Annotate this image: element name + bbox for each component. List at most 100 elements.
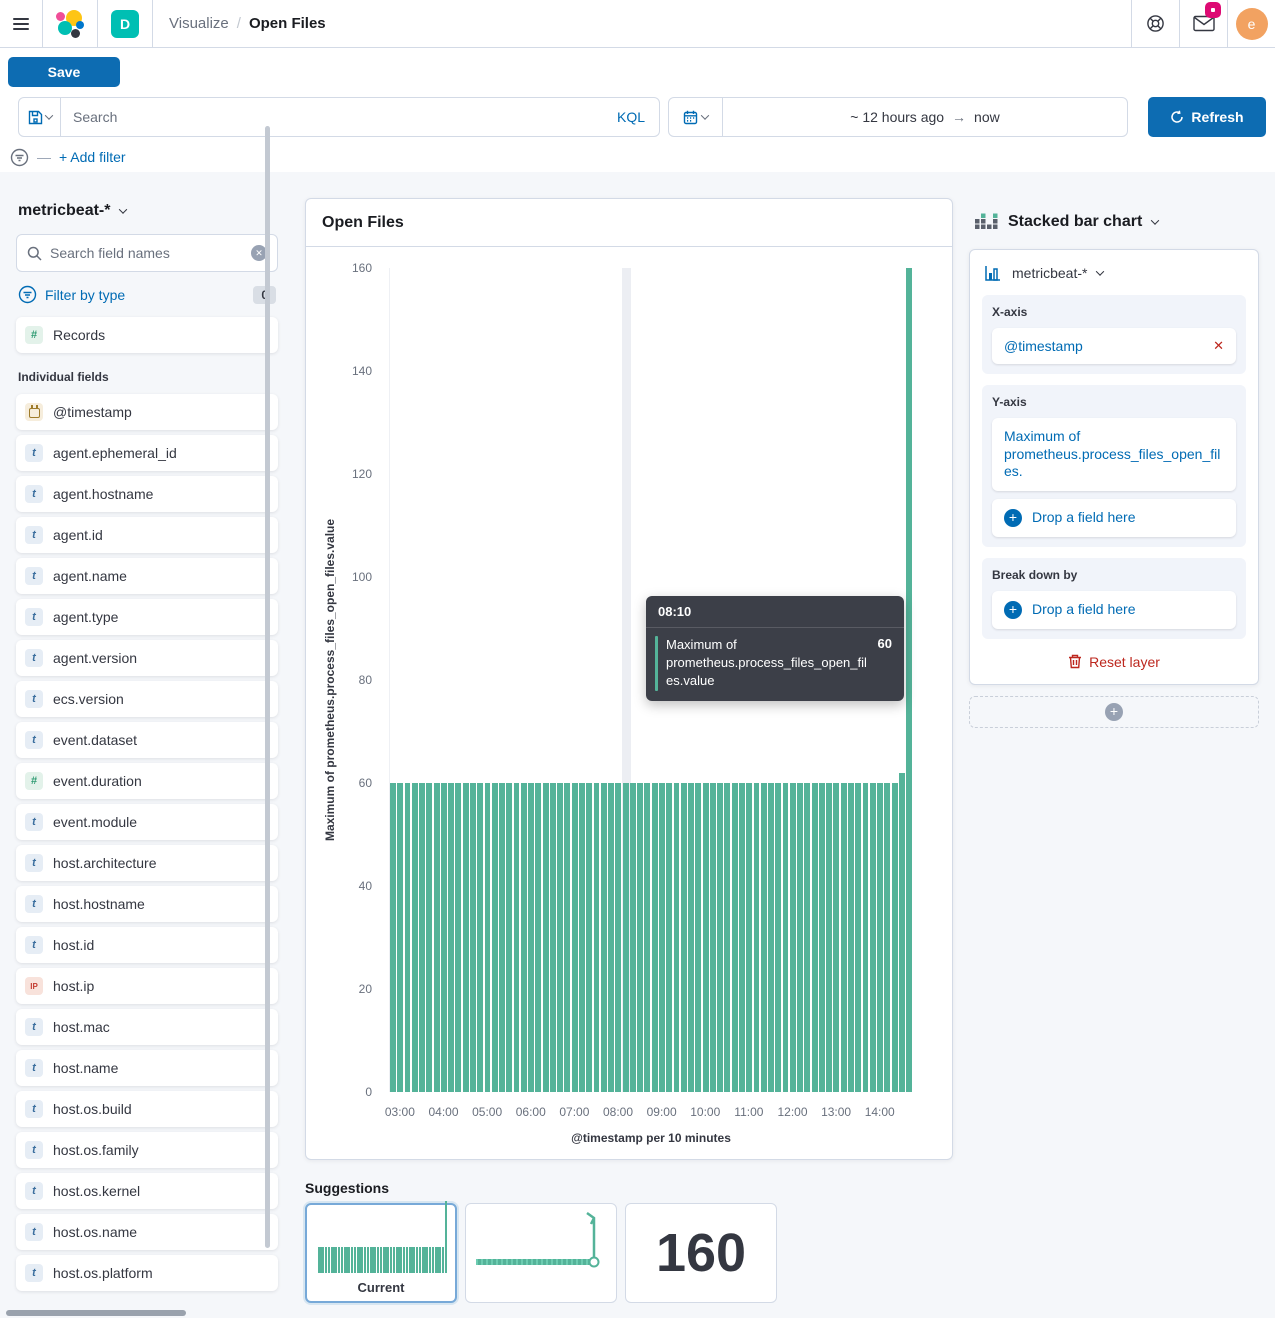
index-pattern-switcher[interactable]: metricbeat-* <box>16 196 278 234</box>
chart-bar[interactable] <box>586 783 592 1092</box>
help-button[interactable] <box>1132 0 1179 47</box>
search-input[interactable] <box>61 109 603 125</box>
chart-bar[interactable] <box>804 783 810 1092</box>
space-selector[interactable]: D <box>98 0 152 47</box>
chart-bar[interactable] <box>615 783 621 1092</box>
field-item-agent.type[interactable]: tagent.type <box>16 599 278 635</box>
add-filter-button[interactable]: + Add filter <box>59 149 126 165</box>
chart-bar[interactable] <box>463 783 469 1092</box>
chart-bar[interactable] <box>790 783 796 1092</box>
chart-bar[interactable] <box>833 783 839 1092</box>
chart-bar[interactable] <box>884 783 890 1092</box>
reset-layer-button[interactable]: Reset layer <box>982 650 1246 672</box>
field-item-host.name[interactable]: thost.name <box>16 1050 278 1086</box>
chart-bar[interactable] <box>768 783 774 1092</box>
elastic-logo[interactable] <box>43 0 97 47</box>
field-item-agent.id[interactable]: tagent.id <box>16 517 278 553</box>
chart-bar[interactable] <box>761 783 767 1092</box>
save-button[interactable]: Save <box>8 57 120 87</box>
chart-bar[interactable] <box>848 783 854 1092</box>
chart-bar[interactable] <box>426 783 432 1092</box>
remove-dimension-icon[interactable]: ✕ <box>1213 338 1224 354</box>
menu-button[interactable] <box>0 0 42 47</box>
chart-bar[interactable] <box>564 783 570 1092</box>
field-item-host.os.name[interactable]: thost.os.name <box>16 1214 278 1250</box>
chart-bar[interactable] <box>710 783 716 1092</box>
breadcrumb-visualize[interactable]: Visualize <box>169 15 229 32</box>
chart-bar[interactable] <box>855 783 861 1092</box>
chart-type-switcher[interactable]: Stacked bar chart <box>969 198 1259 249</box>
chart-bar[interactable] <box>797 783 803 1092</box>
chart-bar[interactable] <box>441 783 447 1092</box>
newsfeed-button[interactable] <box>1180 0 1227 47</box>
chart-bar[interactable] <box>412 783 418 1092</box>
refresh-button[interactable]: Refresh <box>1148 97 1266 137</box>
chart-bar[interactable] <box>492 783 498 1092</box>
field-item-event.module[interactable]: tevent.module <box>16 804 278 840</box>
chart-bar[interactable] <box>695 783 701 1092</box>
saved-query-menu-button[interactable] <box>19 98 61 136</box>
chart-bar[interactable] <box>899 773 905 1092</box>
field-item-host.os.platform[interactable]: thost.os.platform <box>16 1255 278 1291</box>
chart-bar[interactable] <box>455 783 461 1092</box>
y-axis-drop-target[interactable]: + Drop a field here <box>992 499 1236 537</box>
field-item-host.hostname[interactable]: thost.hostname <box>16 886 278 922</box>
chart-bar[interactable] <box>717 783 723 1092</box>
kql-toggle[interactable]: KQL <box>603 109 659 125</box>
breakdown-drop-target[interactable]: + Drop a field here <box>992 591 1236 629</box>
layer-index-pattern-switcher[interactable]: metricbeat-* <box>982 262 1246 284</box>
suggestion-current[interactable]: Current <box>305 1203 457 1303</box>
field-item-agent.version[interactable]: tagent.version <box>16 640 278 676</box>
x-axis-dimension[interactable]: @timestamp ✕ <box>992 328 1236 364</box>
field-item-@timestamp[interactable]: @timestamp <box>16 394 278 430</box>
time-range-display[interactable]: ~ 12 hours ago → now <box>723 109 1127 125</box>
chart-bar[interactable] <box>754 783 760 1092</box>
chart-bar[interactable] <box>841 783 847 1092</box>
chart-bar[interactable] <box>594 783 600 1092</box>
filter-icon[interactable] <box>10 148 29 167</box>
chart-bar[interactable] <box>732 783 738 1092</box>
field-item-host.mac[interactable]: thost.mac <box>16 1009 278 1045</box>
chart-bar[interactable] <box>550 783 556 1092</box>
chart-bar[interactable] <box>826 783 832 1092</box>
records-field[interactable]: # Records <box>16 317 278 353</box>
chart-bar[interactable] <box>623 783 629 1092</box>
chart-bar[interactable] <box>724 783 730 1092</box>
chart-bar[interactable] <box>470 783 476 1092</box>
chart-bar[interactable] <box>608 783 614 1092</box>
chart-bar[interactable] <box>681 783 687 1092</box>
suggestion-metric[interactable]: 160 <box>625 1203 777 1303</box>
chart-bar[interactable] <box>906 268 912 1092</box>
chart-bar[interactable] <box>870 783 876 1092</box>
chart-bar[interactable] <box>877 783 883 1092</box>
chart-bar[interactable] <box>892 783 898 1092</box>
field-item-host.id[interactable]: thost.id <box>16 927 278 963</box>
chart-bar[interactable] <box>579 783 585 1092</box>
chart-bar[interactable] <box>644 783 650 1092</box>
chart-bar[interactable] <box>405 783 411 1092</box>
horizontal-scrollbar[interactable] <box>6 1310 186 1316</box>
field-item-agent.ephemeral_id[interactable]: tagent.ephemeral_id <box>16 435 278 471</box>
chart-bar[interactable] <box>652 783 658 1092</box>
add-layer-button[interactable]: + <box>969 696 1259 728</box>
chart-bar[interactable] <box>739 783 745 1092</box>
chart-bar[interactable] <box>630 783 636 1092</box>
user-menu-button[interactable]: e <box>1228 0 1275 47</box>
chart-bar[interactable] <box>775 783 781 1092</box>
chart-bar[interactable] <box>506 783 512 1092</box>
chart-bar[interactable] <box>674 783 680 1092</box>
chart-bar[interactable] <box>659 783 665 1092</box>
field-item-agent.hostname[interactable]: tagent.hostname <box>16 476 278 512</box>
chart-bar[interactable] <box>514 783 520 1092</box>
chart-bar[interactable] <box>543 783 549 1092</box>
chart-bar[interactable] <box>812 783 818 1092</box>
field-search-input[interactable] <box>50 245 243 261</box>
chart-bar[interactable] <box>521 783 527 1092</box>
chart-bar[interactable] <box>863 783 869 1092</box>
chart-bar[interactable] <box>703 783 709 1092</box>
chart-bar[interactable] <box>746 783 752 1092</box>
chart-bar[interactable] <box>535 783 541 1092</box>
chart-bar[interactable] <box>485 783 491 1092</box>
field-item-host.ip[interactable]: IPhost.ip <box>16 968 278 1004</box>
chart-bar[interactable] <box>557 783 563 1092</box>
